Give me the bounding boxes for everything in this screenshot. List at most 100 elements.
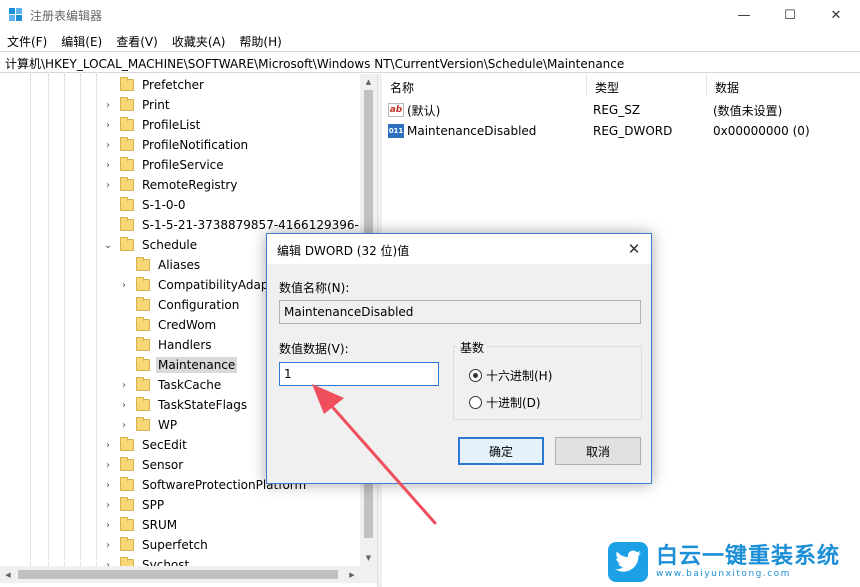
tree-item[interactable]: › Svchost xyxy=(102,555,191,566)
menu-item[interactable]: 查看(V) xyxy=(109,31,165,51)
tree-item-label: Schedule xyxy=(142,238,198,252)
hex-radio-button[interactable] xyxy=(469,369,482,382)
cancel-button[interactable]: 取消 xyxy=(555,437,641,465)
expand-chevron-icon[interactable]: › xyxy=(118,395,130,415)
tree-item[interactable]: Aliases xyxy=(118,255,202,275)
tree-item[interactable]: › ProfileService xyxy=(102,155,226,175)
value-name: MaintenanceDisabled xyxy=(407,124,537,138)
value-row-default[interactable]: ab (默认) REG_SZ (数值未设置) xyxy=(382,100,860,120)
value-row-maintenance-disabled[interactable]: 011 MaintenanceDisabled REG_DWORD 0x0000… xyxy=(382,121,860,141)
scroll-down-arrow-icon[interactable]: ▼ xyxy=(360,550,377,566)
expand-chevron-icon[interactable]: › xyxy=(102,475,114,495)
menu-item[interactable]: 收藏夹(A) xyxy=(165,31,233,51)
tree-item[interactable]: Handlers xyxy=(118,335,214,355)
tree-item[interactable]: › Superfetch xyxy=(102,535,210,555)
expand-chevron-icon[interactable]: › xyxy=(118,415,130,435)
folder-icon xyxy=(136,357,150,371)
column-header-type[interactable]: 类型 xyxy=(587,74,707,96)
expand-chevron-icon[interactable]: ⌄ xyxy=(102,235,114,255)
address-bar[interactable]: 计算机\HKEY_LOCAL_MACHINE\SOFTWARE\Microsof… xyxy=(0,51,860,73)
tree-item[interactable]: ⌄ Schedule xyxy=(102,235,199,255)
scroll-up-arrow-icon[interactable]: ▲ xyxy=(360,74,377,90)
folder-icon xyxy=(136,317,150,331)
tree-item[interactable]: › TaskStateFlags xyxy=(118,395,249,415)
expand-chevron-icon[interactable]: › xyxy=(102,515,114,535)
expand-chevron-icon[interactable]: › xyxy=(102,175,114,195)
tree-item[interactable]: Configuration xyxy=(118,295,241,315)
expand-chevron-icon[interactable]: › xyxy=(102,95,114,115)
tree-item-label: Prefetcher xyxy=(142,78,204,92)
tree-item[interactable]: › Sensor xyxy=(102,455,185,475)
tree-item[interactable]: › TaskCache xyxy=(118,375,223,395)
decimal-radio-option[interactable]: 十进制(D) xyxy=(469,394,541,411)
tree-item[interactable]: › CompatibilityAdapt xyxy=(118,275,275,295)
tree-item-label: ProfileService xyxy=(142,158,224,172)
tree-item[interactable]: CredWom xyxy=(118,315,218,335)
expand-chevron-icon[interactable]: › xyxy=(118,375,130,395)
folder-icon xyxy=(136,277,150,291)
ok-button[interactable]: 确定 xyxy=(458,437,544,465)
tree-item-label: Print xyxy=(142,98,170,112)
hex-radio-option[interactable]: 十六进制(H) xyxy=(469,367,552,384)
tree-item[interactable]: › WP xyxy=(118,415,179,435)
tree-item-label: Aliases xyxy=(158,258,201,272)
tree-item[interactable]: › RemoteRegistry xyxy=(102,175,239,195)
folder-icon xyxy=(120,457,134,471)
maximize-button[interactable]: ☐ xyxy=(767,0,813,31)
expand-chevron-icon[interactable]: › xyxy=(102,155,114,175)
decimal-radio-button[interactable] xyxy=(469,396,482,409)
value-type: REG_SZ xyxy=(593,103,641,117)
column-header-data[interactable]: 数据 xyxy=(707,74,860,96)
tree-item-label: RemoteRegistry xyxy=(142,178,238,192)
folder-icon xyxy=(120,217,134,231)
expand-chevron-icon[interactable]: › xyxy=(102,535,114,555)
menu-item[interactable]: 帮助(H) xyxy=(232,31,288,51)
tree-item[interactable]: S-1-5-21-3738879857-4166129396-14 xyxy=(102,215,376,235)
folder-icon xyxy=(136,337,150,351)
tree-item[interactable]: S-1-0-0 xyxy=(102,195,188,215)
tree-item[interactable]: Prefetcher xyxy=(102,75,206,95)
tree-item-label: CredWom xyxy=(158,318,217,332)
folder-icon xyxy=(120,197,134,211)
expand-chevron-icon[interactable]: › xyxy=(102,455,114,475)
tree-item[interactable]: › SRUM xyxy=(102,515,179,535)
menu-item[interactable]: 文件(F) xyxy=(0,31,54,51)
expand-chevron-icon[interactable]: › xyxy=(102,555,114,567)
tree-item[interactable]: › SPP xyxy=(102,495,166,515)
tree-guide-line xyxy=(64,74,65,566)
folder-icon xyxy=(120,237,134,251)
expand-chevron-icon[interactable]: › xyxy=(102,495,114,515)
menu-item[interactable]: 编辑(E) xyxy=(54,31,109,51)
column-header-name[interactable]: 名称 xyxy=(382,74,587,96)
folder-icon xyxy=(120,517,134,531)
expand-chevron-icon[interactable]: › xyxy=(118,275,130,295)
folder-icon xyxy=(136,377,150,391)
tree-item[interactable]: › SecEdit xyxy=(102,435,189,455)
tree-item-label: SPP xyxy=(142,498,165,512)
close-button[interactable]: ✕ xyxy=(813,0,859,31)
dialog-close-icon[interactable]: ✕ xyxy=(617,234,651,264)
scroll-right-arrow-icon[interactable]: ▶ xyxy=(344,566,360,583)
tree-item[interactable]: Maintenance xyxy=(118,355,238,375)
expand-chevron-icon[interactable]: › xyxy=(102,115,114,135)
expand-chevron-icon[interactable]: › xyxy=(102,435,114,455)
tree-item[interactable]: › Print xyxy=(102,95,172,115)
folder-icon xyxy=(120,477,134,491)
expand-chevron-icon[interactable]: › xyxy=(102,135,114,155)
minimize-button[interactable]: — xyxy=(721,0,767,31)
tree-item-label: SRUM xyxy=(142,518,178,532)
folder-icon xyxy=(120,117,134,131)
tree-item[interactable]: › ProfileList xyxy=(102,115,202,135)
title-bar: 注册表编辑器 — ☐ ✕ xyxy=(0,0,860,31)
tree-horizontal-scroll-thumb[interactable] xyxy=(18,570,338,579)
folder-icon xyxy=(136,257,150,271)
tree-item-label: ProfileNotification xyxy=(142,138,249,152)
tree-item[interactable]: › ProfileNotification xyxy=(102,135,250,155)
tree-item-label: Sensor xyxy=(142,458,184,472)
scroll-left-arrow-icon[interactable]: ◀ xyxy=(0,566,16,583)
folder-icon xyxy=(120,177,134,191)
